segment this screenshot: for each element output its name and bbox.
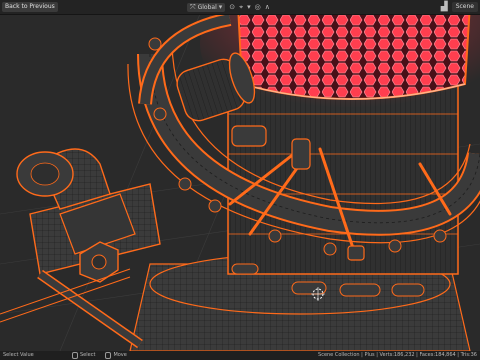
viewport-header-tools: ⤧ Global ▾ ⊙ ⌖ ▾ ◎ ∧ (187, 2, 270, 12)
mouse-left-icon (72, 352, 78, 359)
select-hint-label: Select (80, 352, 96, 358)
scene-selector: ▟ Scene (441, 1, 478, 13)
scene-statistics: Scene Collection | Plus | Verts:186,232 … (318, 352, 477, 358)
falloff-icon[interactable]: ∧ (265, 3, 270, 12)
3d-viewport[interactable] (0, 14, 480, 351)
select-hint: Select (72, 351, 95, 360)
back-to-previous-button[interactable]: Back to Previous (2, 2, 58, 12)
snap-options-icon[interactable]: ▾ (247, 3, 251, 12)
transform-orientation-dropdown[interactable]: ⤧ Global ▾ (187, 2, 226, 12)
status-hint-text: Select Value (3, 352, 34, 358)
viewport-render (0, 14, 480, 351)
mouse-middle-icon (105, 352, 112, 359)
pivot-point-icon[interactable]: ⊙ (229, 3, 235, 12)
orientation-label: Global (197, 3, 217, 11)
scene-name-field[interactable]: Scene (451, 2, 478, 12)
move-hint-label: Move (113, 352, 127, 358)
scene-icon[interactable]: ▟ (441, 2, 448, 12)
orientation-icon: ⤧ (190, 2, 196, 11)
proportional-edit-icon[interactable]: ◎ (255, 3, 261, 12)
mouse-hints: Select Move (72, 351, 127, 360)
status-bar: Select Value Select Move Scene Collectio… (0, 351, 480, 360)
snap-icon[interactable]: ⌖ (239, 3, 243, 12)
chevron-down-icon: ▾ (218, 2, 223, 11)
move-hint: Move (105, 351, 127, 360)
top-header-bar: Back to Previous ⤧ Global ▾ ⊙ ⌖ ▾ ◎ ∧ ▟ … (0, 0, 480, 15)
